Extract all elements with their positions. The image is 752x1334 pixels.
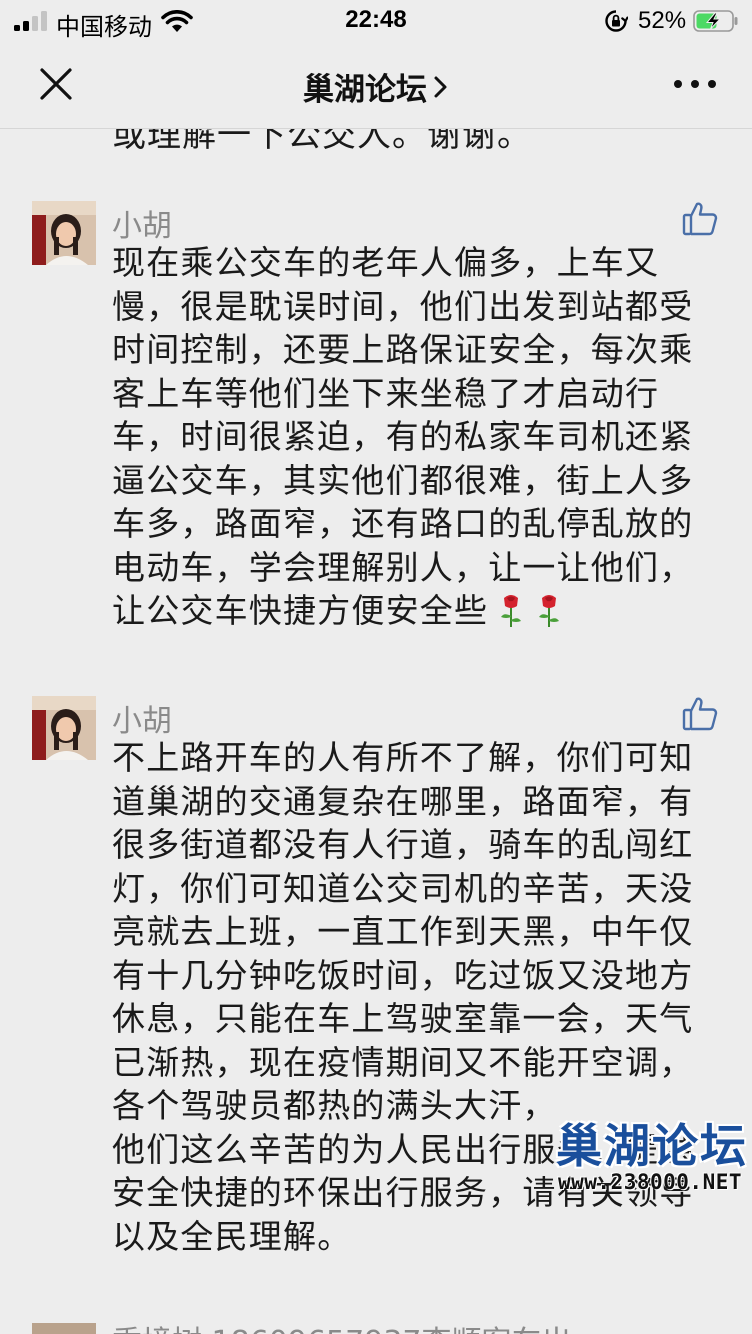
more-icon[interactable] xyxy=(672,72,718,96)
like-icon[interactable] xyxy=(682,696,718,732)
comment-line: 车，时间很紧迫，有的私家车司机还紧 xyxy=(112,417,694,456)
comment-line: 休息，只能在车上驾驶室靠一会，天气 xyxy=(112,999,694,1038)
comment-line: 道巢湖的交通复杂在哪里，路面窄，有 xyxy=(112,781,694,821)
avatar[interactable] xyxy=(32,696,96,760)
comment-line: 不上路开车的人有所不了解，你们可知 xyxy=(112,738,694,777)
comment-line: 灯，你们可知道公交司机的辛苦，天没 xyxy=(112,868,694,908)
status-bar: 中国移动 22:48 52% xyxy=(0,0,752,42)
watermark-url: www.238000.NET xyxy=(558,1170,743,1194)
comment-line: 时间控制，还要上路保证安全，每次乘 xyxy=(112,330,694,369)
battery-percent: 52% xyxy=(638,7,687,34)
comment-line: 让公交车快捷方便安全些 xyxy=(112,591,489,630)
comment-line: 现在乘公交车的老年人偏多，上车又 xyxy=(112,243,660,282)
nav-bar: 巢湖论坛 xyxy=(0,42,752,129)
rose-icon xyxy=(501,595,522,627)
comment-line: 以及全民理解。 xyxy=(112,1216,352,1256)
watermark: 巢湖论坛 www.238000.NET xyxy=(552,1110,746,1200)
comment-author[interactable]: 小胡 xyxy=(112,696,172,740)
comment-line: 电动车，学会理解别人，让一让他们， xyxy=(112,547,694,587)
rose-icon xyxy=(539,595,560,627)
partial-comment-text: 或理解一下公交人。谢谢。 xyxy=(112,129,532,155)
avatar[interactable] xyxy=(32,201,96,265)
comment-line: 慢，很是耽误时间，他们出发到站都受 xyxy=(112,286,694,326)
comment-line: 很多街道都没有人行道，骑车的乱闯红 xyxy=(112,825,694,864)
comment-text: 现在乘公交车的老年人偏多，上车又 慢，很是耽误时间，他们出发到站都受 时间控制，… xyxy=(112,241,692,633)
comment-line: 客上车等他们坐下来坐稳了才启动行 xyxy=(112,373,660,413)
comment-line: 有十几分钟吃饭时间，吃过饭又没地方 xyxy=(112,955,694,995)
like-icon[interactable] xyxy=(682,201,718,237)
comment-line: 逼公交车，其实他们都很难，街上人多 xyxy=(112,460,694,500)
avatar[interactable] xyxy=(32,1323,96,1334)
chevron-right-icon xyxy=(434,76,447,97)
comment-author[interactable]: 小胡 xyxy=(112,201,172,245)
comment-line: 已渐热，现在疫情期间又不能开空调， xyxy=(112,1042,694,1082)
page-title: 巢湖论坛 xyxy=(303,72,427,108)
comment-line: 亮就去上班，一直工作到天黑，中午仅 xyxy=(112,912,694,951)
watermark-logo: 巢湖论坛 xyxy=(556,1119,748,1173)
nav-title-link[interactable]: 巢湖论坛 xyxy=(0,64,752,109)
battery-charging-icon xyxy=(693,10,738,32)
comment-line: 车多，路面窄，还有路口的乱停乱放的 xyxy=(112,504,694,543)
comment-line-last: 让公交车快捷方便安全些 xyxy=(112,589,692,633)
orientation-lock-icon xyxy=(605,10,628,32)
partial-comment-author: 季境树 18609657937李顺客车出 xyxy=(112,1317,572,1334)
